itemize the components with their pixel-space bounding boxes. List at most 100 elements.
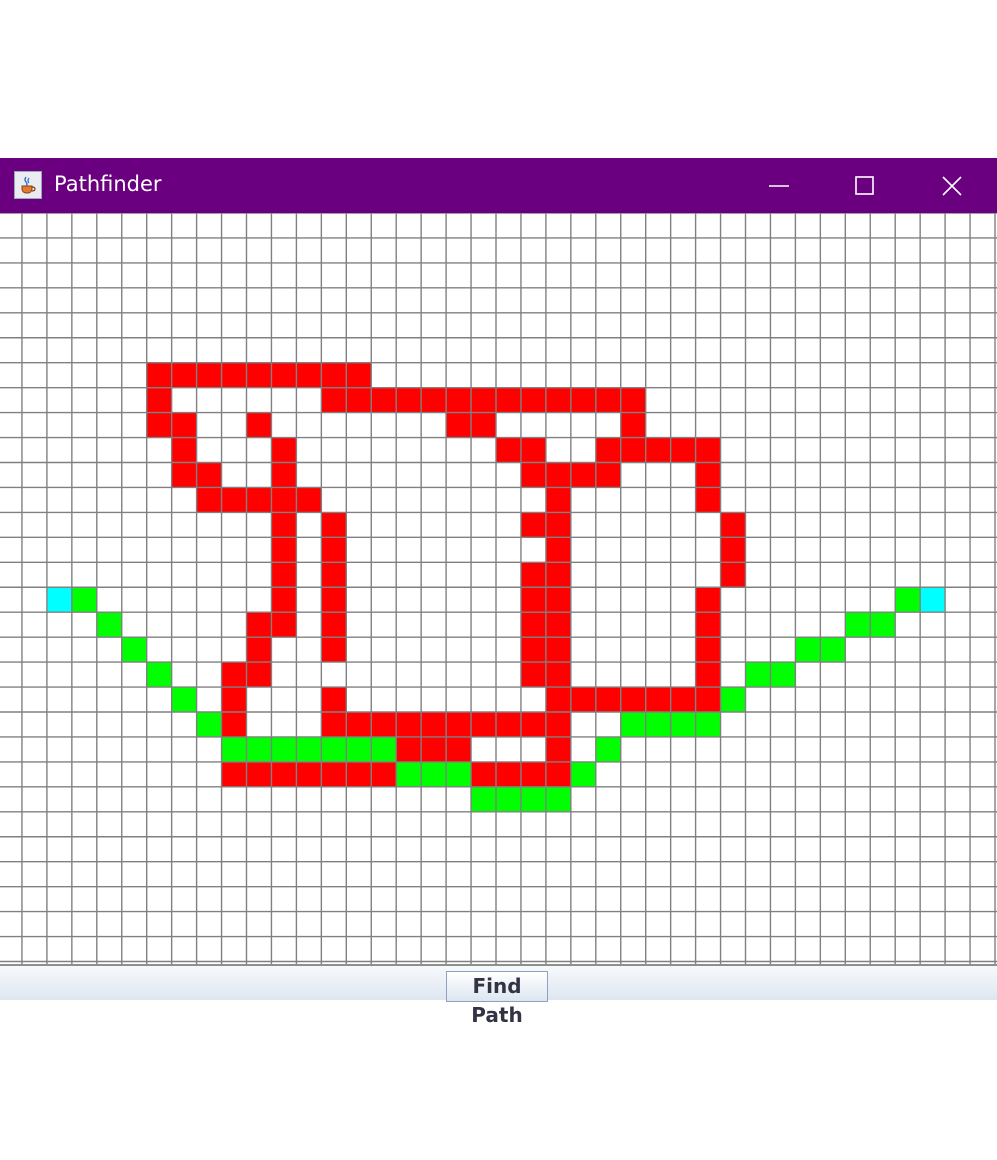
wall-cell[interactable]: [545, 587, 571, 613]
wall-cell[interactable]: [221, 487, 247, 513]
wall-cell[interactable]: [246, 637, 272, 663]
wall-cell[interactable]: [446, 736, 472, 762]
wall-cell[interactable]: [321, 587, 347, 613]
wall-cell[interactable]: [271, 537, 297, 563]
path-cell[interactable]: [720, 687, 746, 712]
wall-cell[interactable]: [446, 712, 472, 737]
end-cell[interactable]: [920, 587, 946, 613]
wall-cell[interactable]: [545, 662, 571, 688]
wall-cell[interactable]: [545, 512, 571, 538]
wall-cell[interactable]: [695, 637, 721, 663]
wall-cell[interactable]: [545, 612, 571, 638]
wall-cell[interactable]: [545, 462, 571, 488]
wall-cell[interactable]: [321, 612, 347, 638]
path-cell[interactable]: [246, 736, 272, 762]
wall-cell[interactable]: [221, 662, 247, 688]
wall-cell[interactable]: [670, 437, 696, 463]
wall-cell[interactable]: [620, 437, 646, 463]
path-cell[interactable]: [820, 637, 846, 663]
wall-cell[interactable]: [520, 462, 546, 488]
wall-cell[interactable]: [520, 761, 546, 787]
wall-cell[interactable]: [396, 712, 422, 737]
path-cell[interactable]: [396, 761, 422, 787]
path-cell[interactable]: [545, 786, 571, 812]
wall-cell[interactable]: [471, 412, 496, 438]
wall-cell[interactable]: [520, 637, 546, 663]
wall-cell[interactable]: [196, 487, 222, 513]
wall-cell[interactable]: [271, 761, 297, 787]
path-cell[interactable]: [695, 712, 721, 737]
wall-cell[interactable]: [246, 412, 272, 438]
wall-cell[interactable]: [196, 462, 222, 488]
wall-cell[interactable]: [271, 612, 297, 638]
wall-cell[interactable]: [296, 362, 322, 388]
wall-cell[interactable]: [695, 587, 721, 613]
wall-cell[interactable]: [471, 761, 496, 787]
path-cell[interactable]: [96, 612, 122, 638]
path-cell[interactable]: [595, 736, 621, 762]
wall-cell[interactable]: [171, 362, 197, 388]
wall-cell[interactable]: [271, 512, 297, 538]
wall-cell[interactable]: [171, 462, 197, 488]
wall-cell[interactable]: [471, 387, 496, 413]
wall-cell[interactable]: [421, 736, 447, 762]
wall-cell[interactable]: [545, 487, 571, 513]
find-path-button[interactable]: Find Path: [446, 971, 548, 1027]
wall-cell[interactable]: [321, 512, 347, 538]
wall-cell[interactable]: [570, 462, 596, 488]
path-cell[interactable]: [446, 761, 472, 787]
wall-cell[interactable]: [321, 537, 347, 563]
wall-cell[interactable]: [321, 387, 347, 413]
wall-cell[interactable]: [221, 761, 247, 787]
path-cell[interactable]: [471, 786, 496, 812]
wall-cell[interactable]: [570, 687, 596, 712]
wall-cell[interactable]: [171, 437, 197, 463]
path-cell[interactable]: [520, 786, 546, 812]
wall-cell[interactable]: [321, 687, 347, 712]
wall-cell[interactable]: [246, 362, 272, 388]
wall-cell[interactable]: [496, 712, 521, 737]
path-cell[interactable]: [870, 612, 896, 638]
wall-cell[interactable]: [446, 412, 472, 438]
wall-cell[interactable]: [346, 362, 372, 388]
wall-cell[interactable]: [695, 437, 721, 463]
wall-cell[interactable]: [421, 712, 447, 737]
wall-cell[interactable]: [246, 761, 272, 787]
wall-cell[interactable]: [371, 761, 397, 787]
wall-cell[interactable]: [496, 437, 521, 463]
path-cell[interactable]: [895, 587, 921, 613]
wall-cell[interactable]: [146, 412, 172, 438]
path-cell[interactable]: [845, 612, 871, 638]
path-cell[interactable]: [171, 687, 197, 712]
wall-cell[interactable]: [446, 387, 472, 413]
wall-cell[interactable]: [520, 712, 546, 737]
wall-cell[interactable]: [146, 362, 172, 388]
wall-cell[interactable]: [520, 587, 546, 613]
wall-cell[interactable]: [296, 761, 322, 787]
path-cell[interactable]: [645, 712, 671, 737]
wall-cell[interactable]: [321, 362, 347, 388]
wall-cell[interactable]: [196, 362, 222, 388]
wall-cell[interactable]: [321, 761, 347, 787]
wall-cell[interactable]: [595, 437, 621, 463]
wall-cell[interactable]: [545, 687, 571, 712]
path-cell[interactable]: [570, 761, 596, 787]
wall-cell[interactable]: [321, 637, 347, 663]
wall-cell[interactable]: [695, 612, 721, 638]
minimize-button[interactable]: [736, 158, 822, 213]
wall-cell[interactable]: [271, 362, 297, 388]
wall-cell[interactable]: [695, 662, 721, 688]
wall-cell[interactable]: [720, 512, 746, 538]
pathfinder-grid[interactable]: [0, 213, 997, 964]
path-cell[interactable]: [745, 662, 771, 688]
wall-cell[interactable]: [246, 612, 272, 638]
path-cell[interactable]: [71, 587, 97, 613]
wall-cell[interactable]: [271, 562, 297, 588]
path-cell[interactable]: [620, 712, 646, 737]
title-bar[interactable]: Pathfinder: [0, 158, 997, 213]
start-cell[interactable]: [46, 587, 72, 613]
grid-canvas[interactable]: [0, 213, 997, 964]
wall-cell[interactable]: [346, 387, 372, 413]
wall-cell[interactable]: [371, 712, 397, 737]
path-cell[interactable]: [121, 637, 147, 663]
